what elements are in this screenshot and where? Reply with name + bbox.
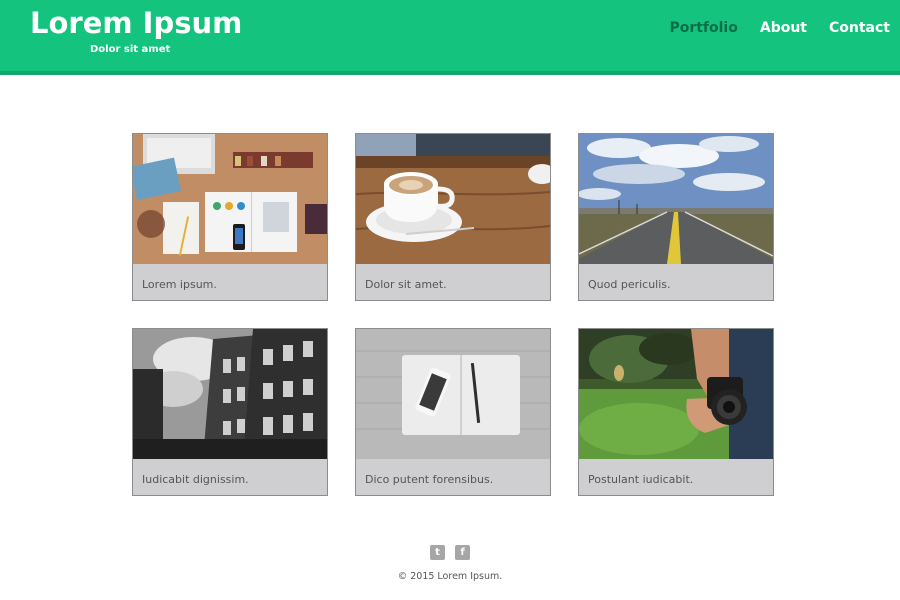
coffee-cup-photo (356, 134, 550, 264)
card-caption: Iudicabit dignissim. (142, 473, 249, 486)
card-caption: Postulant iudicabit. (588, 473, 694, 486)
site-title[interactable]: Lorem Ipsum (30, 6, 242, 40)
portfolio-card-building[interactable]: Iudicabit dignissim. (132, 328, 328, 496)
main-nav: Portfolio About Contact (669, 18, 890, 38)
copyright-text: © 2015 Lorem Ipsum. (397, 571, 503, 582)
nav-portfolio[interactable]: Portfolio (669, 18, 737, 38)
portfolio-card-road[interactable]: Quod periculis. (578, 133, 774, 301)
portfolio-card-notebook[interactable]: Dico putent forensibus. (355, 328, 551, 496)
site-subtitle: Dolor sit amet (90, 44, 171, 55)
brick-building-photo (133, 329, 327, 459)
social-links: t f (0, 545, 900, 560)
card-caption: Quod periculis. (588, 278, 671, 291)
card-caption: Lorem ipsum. (142, 278, 217, 291)
facebook-icon[interactable]: f (455, 545, 470, 560)
brand[interactable]: Lorem Ipsum Dolor sit amet (30, 6, 242, 55)
portfolio-card-desk[interactable]: Lorem ipsum. (132, 133, 328, 301)
nav-about[interactable]: About (760, 18, 807, 38)
nav-contact[interactable]: Contact (829, 18, 890, 38)
camera-hand-photo (579, 329, 773, 459)
portfolio-card-coffee[interactable]: Dolor sit amet. (355, 133, 551, 301)
site-header: Lorem Ipsum Dolor sit amet Portfolio Abo… (0, 0, 900, 75)
card-caption: Dico putent forensibus. (365, 473, 494, 486)
open-road-photo (579, 134, 773, 264)
card-caption: Dolor sit amet. (365, 278, 447, 291)
site-footer: t f © 2015 Lorem Ipsum. (0, 545, 900, 582)
twitter-icon[interactable]: t (430, 545, 445, 560)
desk-workspace-photo (133, 134, 327, 264)
notebook-phone-photo (356, 329, 550, 459)
portfolio-card-camera[interactable]: Postulant iudicabit. (578, 328, 774, 496)
